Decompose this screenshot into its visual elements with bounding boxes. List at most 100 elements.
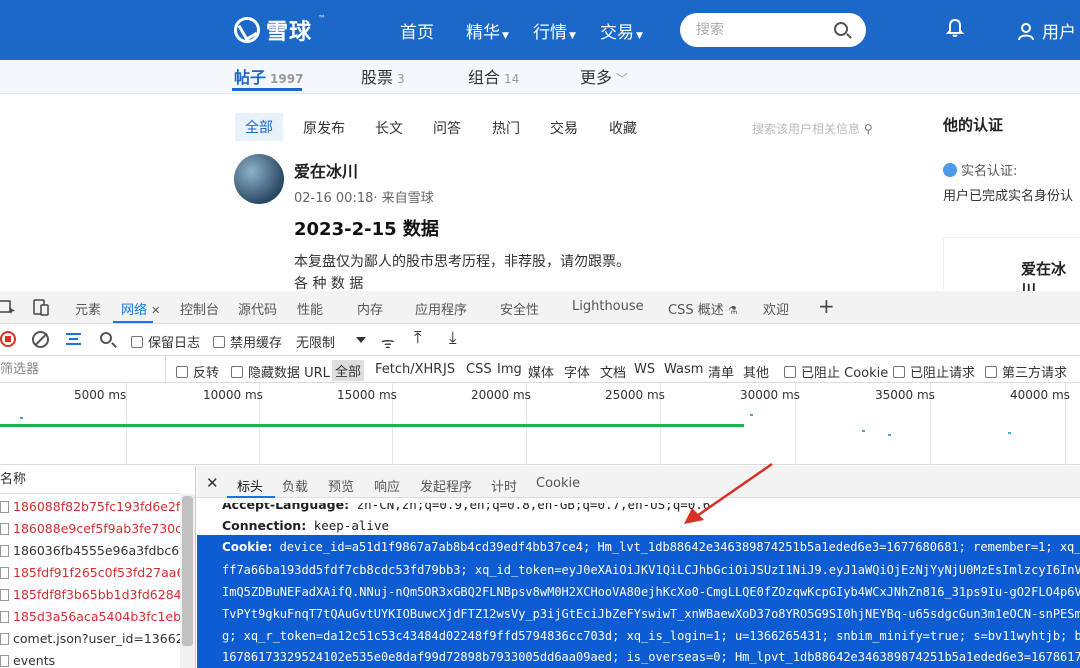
search-placeholder: 搜索: [696, 22, 724, 38]
detail-tab-headers[interactable]: 标头: [237, 476, 263, 495]
devtools-active-underline: [113, 321, 153, 323]
type-filter-fetch-xhr[interactable]: Fetch/XHR: [375, 362, 442, 377]
add-tab-icon[interactable]: +: [818, 294, 835, 318]
invert-checkbox[interactable]: 反转: [176, 362, 219, 381]
filter-all[interactable]: 全部: [235, 113, 283, 141]
devtools-tab-elements[interactable]: 元素: [75, 299, 101, 318]
network-conditions-icon[interactable]: ᯤ: [381, 333, 395, 353]
tab-posts[interactable]: 帖子 1997: [234, 64, 303, 88]
user-search-input[interactable]: 搜索该用户相关信息 ⚲: [752, 120, 873, 137]
nav-market[interactable]: 行情 ▼: [533, 18, 576, 43]
export-har-icon[interactable]: ⤓: [449, 328, 457, 348]
blocked-requests-checkbox[interactable]: 已阻止请求: [893, 362, 975, 381]
detail-tab-initiator[interactable]: 发起程序: [420, 476, 472, 495]
filter-input[interactable]: 筛选器: [0, 356, 166, 383]
detail-tab-response[interactable]: 响应: [374, 476, 400, 495]
search-icon[interactable]: [100, 332, 112, 344]
checkbox-icon: [231, 366, 243, 378]
type-filter-other[interactable]: 其他: [743, 362, 769, 381]
detail-tab-cookies[interactable]: Cookie: [536, 476, 580, 491]
devtools-tab-memory[interactable]: 内存: [357, 299, 383, 318]
detail-tab-preview[interactable]: 预览: [328, 476, 354, 495]
type-filter-all[interactable]: 全部: [332, 360, 365, 381]
throttling-select[interactable]: 无限制: [296, 332, 335, 351]
filter-trade[interactable]: 交易: [550, 118, 578, 138]
devtools-tab-console[interactable]: 控制台: [180, 299, 219, 318]
inspect-element-icon[interactable]: [0, 299, 16, 315]
cookie-header-selected[interactable]: [197, 535, 1080, 668]
filter-long[interactable]: 长文: [375, 118, 403, 138]
filter-qa[interactable]: 问答: [433, 118, 461, 138]
detail-tab-timing[interactable]: 计时: [491, 476, 517, 495]
checkbox-icon: [893, 366, 905, 378]
close-icon[interactable]: ✕: [206, 474, 219, 492]
post-author[interactable]: 爱在冰川: [294, 158, 358, 182]
request-row[interactable]: 185fdf8f3b65bb1d3fd6284d.p: [0, 584, 180, 605]
header-key: Cookie:: [222, 540, 273, 554]
request-row[interactable]: comet.json?user_id=13662654: [0, 628, 180, 649]
preserve-log-checkbox[interactable]: 保留日志: [131, 332, 200, 351]
hide-data-urls-checkbox[interactable]: 隐藏数据 URL: [231, 362, 330, 381]
timeline-request-mark: [750, 414, 753, 416]
type-filter-ws[interactable]: WS: [634, 362, 655, 377]
devtools-tab-application[interactable]: 应用程序: [415, 299, 467, 318]
site-logo[interactable]: 雪球 ™: [234, 14, 326, 46]
type-filter-media[interactable]: 媒体: [528, 362, 554, 381]
profile-tab-bar: [0, 60, 1080, 94]
avatar[interactable]: [234, 154, 284, 204]
blocked-cookies-checkbox[interactable]: 已阻止 Cookie: [784, 362, 888, 381]
logo-mark-icon: [234, 17, 260, 43]
type-filter-manifest[interactable]: 清单: [708, 362, 734, 381]
nav-home[interactable]: 首页: [400, 18, 434, 43]
tab-portfolios[interactable]: 组合 14: [468, 64, 519, 88]
filter-icon[interactable]: [66, 333, 81, 345]
site-search-input[interactable]: 搜索: [680, 13, 866, 47]
type-filter-doc[interactable]: 文档: [600, 362, 626, 381]
post-title[interactable]: 2023-2-15 数据: [294, 215, 439, 241]
search-icon[interactable]: [834, 22, 848, 36]
timeline-request-mark: [888, 434, 891, 436]
third-party-checkbox[interactable]: 第三方请求: [985, 362, 1067, 381]
filter-favorites[interactable]: 收藏: [609, 118, 637, 138]
scrollbar-thumb[interactable]: [182, 496, 193, 646]
user-menu[interactable]: 用户: [1018, 18, 1076, 43]
filter-hot[interactable]: 热门: [492, 118, 520, 138]
nav-trade[interactable]: 交易 ▼: [600, 18, 643, 43]
devtools-tab-performance[interactable]: 性能: [297, 299, 323, 318]
disable-cache-checkbox[interactable]: 禁用缓存: [213, 332, 282, 351]
close-icon[interactable]: ✕: [151, 304, 160, 317]
devtools-tab-sources[interactable]: 源代码: [238, 299, 277, 318]
tab-stocks[interactable]: 股票 3: [361, 64, 405, 88]
clear-icon[interactable]: [32, 331, 49, 348]
request-row[interactable]: events: [0, 650, 180, 668]
record-icon[interactable]: [0, 331, 16, 347]
image-file-icon: [0, 545, 9, 557]
request-row[interactable]: 186088f82b75fc193fd6e2f4.pr: [0, 496, 180, 517]
type-filter-img[interactable]: Img: [497, 362, 522, 377]
request-row[interactable]: 186088e9cef5f9ab3fe730c1.jp: [0, 518, 180, 539]
devtools-tab-welcome[interactable]: 欢迎: [763, 299, 789, 318]
request-list-header[interactable]: 名称: [0, 466, 180, 494]
header-value: keep-alive: [313, 518, 389, 533]
dropdown-arrow-icon[interactable]: [356, 337, 366, 343]
devtools-tab-security[interactable]: 安全性: [500, 299, 539, 318]
request-row[interactable]: 186036fb4555e96a3fdbc6f8.jp: [0, 540, 180, 561]
cookie-line: TvPYt9gkuFnqT7tQAuGvtUYKIOBuwcXjdFTZ12ws…: [222, 607, 1080, 621]
type-filter-css[interactable]: CSS: [466, 362, 492, 377]
devtools-tab-lighthouse[interactable]: Lighthouse: [572, 299, 644, 314]
type-filter-js[interactable]: JS: [443, 362, 455, 377]
tab-more[interactable]: 更多 ﹀: [580, 64, 628, 88]
devtools-tab-css-overview[interactable]: CSS 概述 ⚗: [668, 299, 738, 318]
filter-original[interactable]: 原发布: [303, 118, 345, 138]
nav-featured[interactable]: 精华 ▼: [466, 18, 509, 43]
import-har-icon[interactable]: ⤒: [414, 328, 422, 348]
detail-tab-payload[interactable]: 负载: [282, 476, 308, 495]
devtools-tab-network[interactable]: 网络 ✕: [121, 299, 160, 318]
checkbox-icon: [213, 336, 225, 348]
request-row[interactable]: 185d3a56aca5404b3fc1ebc8.p: [0, 606, 180, 627]
bell-icon[interactable]: [946, 18, 964, 38]
device-toolbar-icon[interactable]: [32, 298, 50, 316]
type-filter-wasm[interactable]: Wasm: [664, 362, 703, 377]
request-row[interactable]: 185fdf91f265c0f53fd27aa6.pn: [0, 562, 180, 583]
type-filter-font[interactable]: 字体: [564, 362, 590, 381]
